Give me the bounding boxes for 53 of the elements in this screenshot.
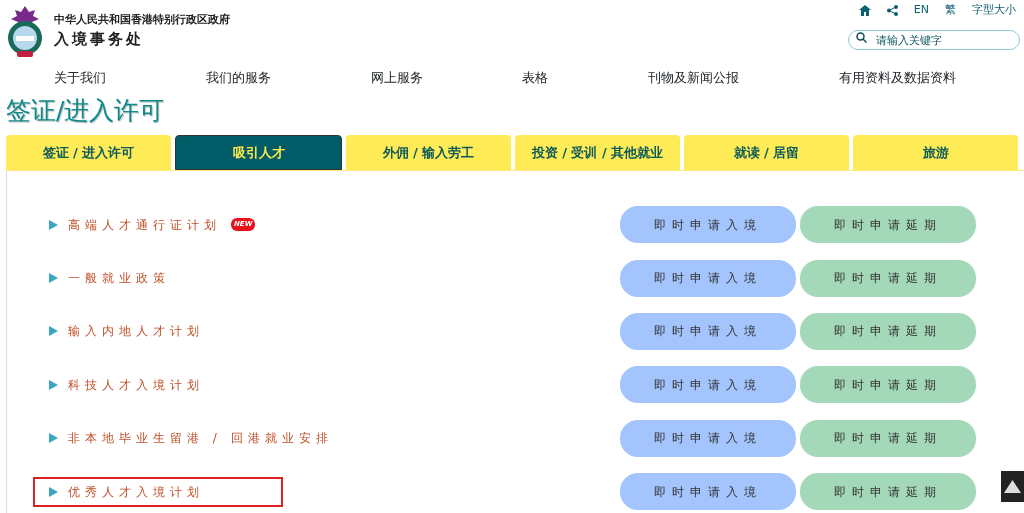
scheme-name: 输入内地人才计划 bbox=[68, 323, 204, 341]
apply-extension-button[interactable]: 即时申请延期 bbox=[800, 259, 976, 297]
home-icon[interactable] bbox=[858, 4, 871, 16]
triangle-icon bbox=[49, 326, 58, 337]
scheme-link[interactable]: 非本地毕业生留港 / 回港就业安排 bbox=[33, 423, 349, 454]
triangle-icon bbox=[49, 433, 58, 444]
scheme-name: 科技人才入境计划 bbox=[68, 376, 204, 394]
tab[interactable]: 签证 / 进入许可 bbox=[6, 135, 171, 170]
apply-entry-button[interactable]: 即时申请入境 bbox=[620, 419, 796, 457]
back-to-top-button[interactable] bbox=[1001, 471, 1024, 502]
nav-link-item[interactable]: 关于我们 bbox=[54, 68, 106, 88]
search-field[interactable]: 请输入关键字 bbox=[848, 30, 1020, 50]
triangle-icon bbox=[49, 486, 58, 497]
scheme-name: 优秀人才入境计划 bbox=[68, 483, 204, 501]
apply-entry-button[interactable]: 即时申请入境 bbox=[620, 366, 796, 404]
tab[interactable]: 吸引人才 bbox=[175, 135, 342, 170]
utility-link[interactable]: 字型大小 bbox=[972, 2, 1016, 19]
search-icon bbox=[856, 31, 867, 43]
utility-link[interactable]: 繁 bbox=[945, 2, 956, 19]
scheme-name: 一般就业政策 bbox=[68, 270, 170, 288]
apply-entry-button[interactable]: 即时申请入境 bbox=[620, 259, 796, 297]
government-name: 中华人民共和国香港特别行政区政府 bbox=[54, 11, 230, 28]
department-name: 入境事务处 bbox=[54, 29, 145, 50]
apply-extension-button[interactable]: 即时申请延期 bbox=[800, 312, 976, 350]
apply-entry-button[interactable]: 即时申请入境 bbox=[620, 312, 796, 350]
tab[interactable]: 外佣 / 输入劳工 bbox=[346, 135, 511, 170]
tab[interactable]: 投资 / 受训 / 其他就业 bbox=[515, 135, 680, 170]
apply-extension-button[interactable]: 即时申请延期 bbox=[800, 419, 976, 457]
scheme-name: 高端人才通行证计划 bbox=[68, 216, 221, 234]
tab[interactable]: 就读 / 居留 bbox=[684, 135, 849, 170]
tab[interactable]: 旅游 bbox=[853, 135, 1018, 170]
nav-link-item[interactable]: 有用资料及数据资料 bbox=[839, 68, 956, 88]
apply-entry-button[interactable]: 即时申请入境 bbox=[620, 473, 796, 511]
highlighted-scheme-link[interactable]: 优秀人才入境计划 bbox=[33, 476, 283, 507]
nav-link-item[interactable]: 刊物及新闻公报 bbox=[648, 68, 740, 88]
nav-link-item[interactable]: 网上服务 bbox=[370, 68, 423, 88]
apply-extension-button[interactable]: 即时申请延期 bbox=[800, 366, 976, 404]
triangle-up-icon bbox=[1004, 480, 1021, 493]
share-icon[interactable] bbox=[886, 4, 898, 16]
page-title: 签证/进入许可 bbox=[5, 96, 166, 126]
apply-extension-button[interactable]: 即时申请延期 bbox=[800, 473, 976, 511]
apply-extension-button[interactable]: 即时申请延期 bbox=[800, 206, 976, 244]
scheme-link[interactable]: 一般就业政策 bbox=[33, 263, 283, 294]
utility-link[interactable]: EN bbox=[913, 2, 929, 19]
apply-entry-button[interactable]: 即时申请入境 bbox=[620, 206, 796, 244]
triangle-icon bbox=[49, 379, 58, 390]
scheme-link[interactable]: 科技人才入境计划 bbox=[33, 369, 283, 400]
triangle-icon bbox=[49, 273, 58, 284]
nav-link-item[interactable]: 表格 bbox=[522, 68, 549, 88]
nav-link-item[interactable]: 我们的服务 bbox=[205, 68, 271, 88]
scheme-name: 非本地毕业生留港 / 回港就业安排 bbox=[68, 430, 333, 448]
triangle-icon bbox=[49, 219, 58, 230]
scheme-link[interactable]: 输入内地人才计划 bbox=[33, 316, 283, 347]
